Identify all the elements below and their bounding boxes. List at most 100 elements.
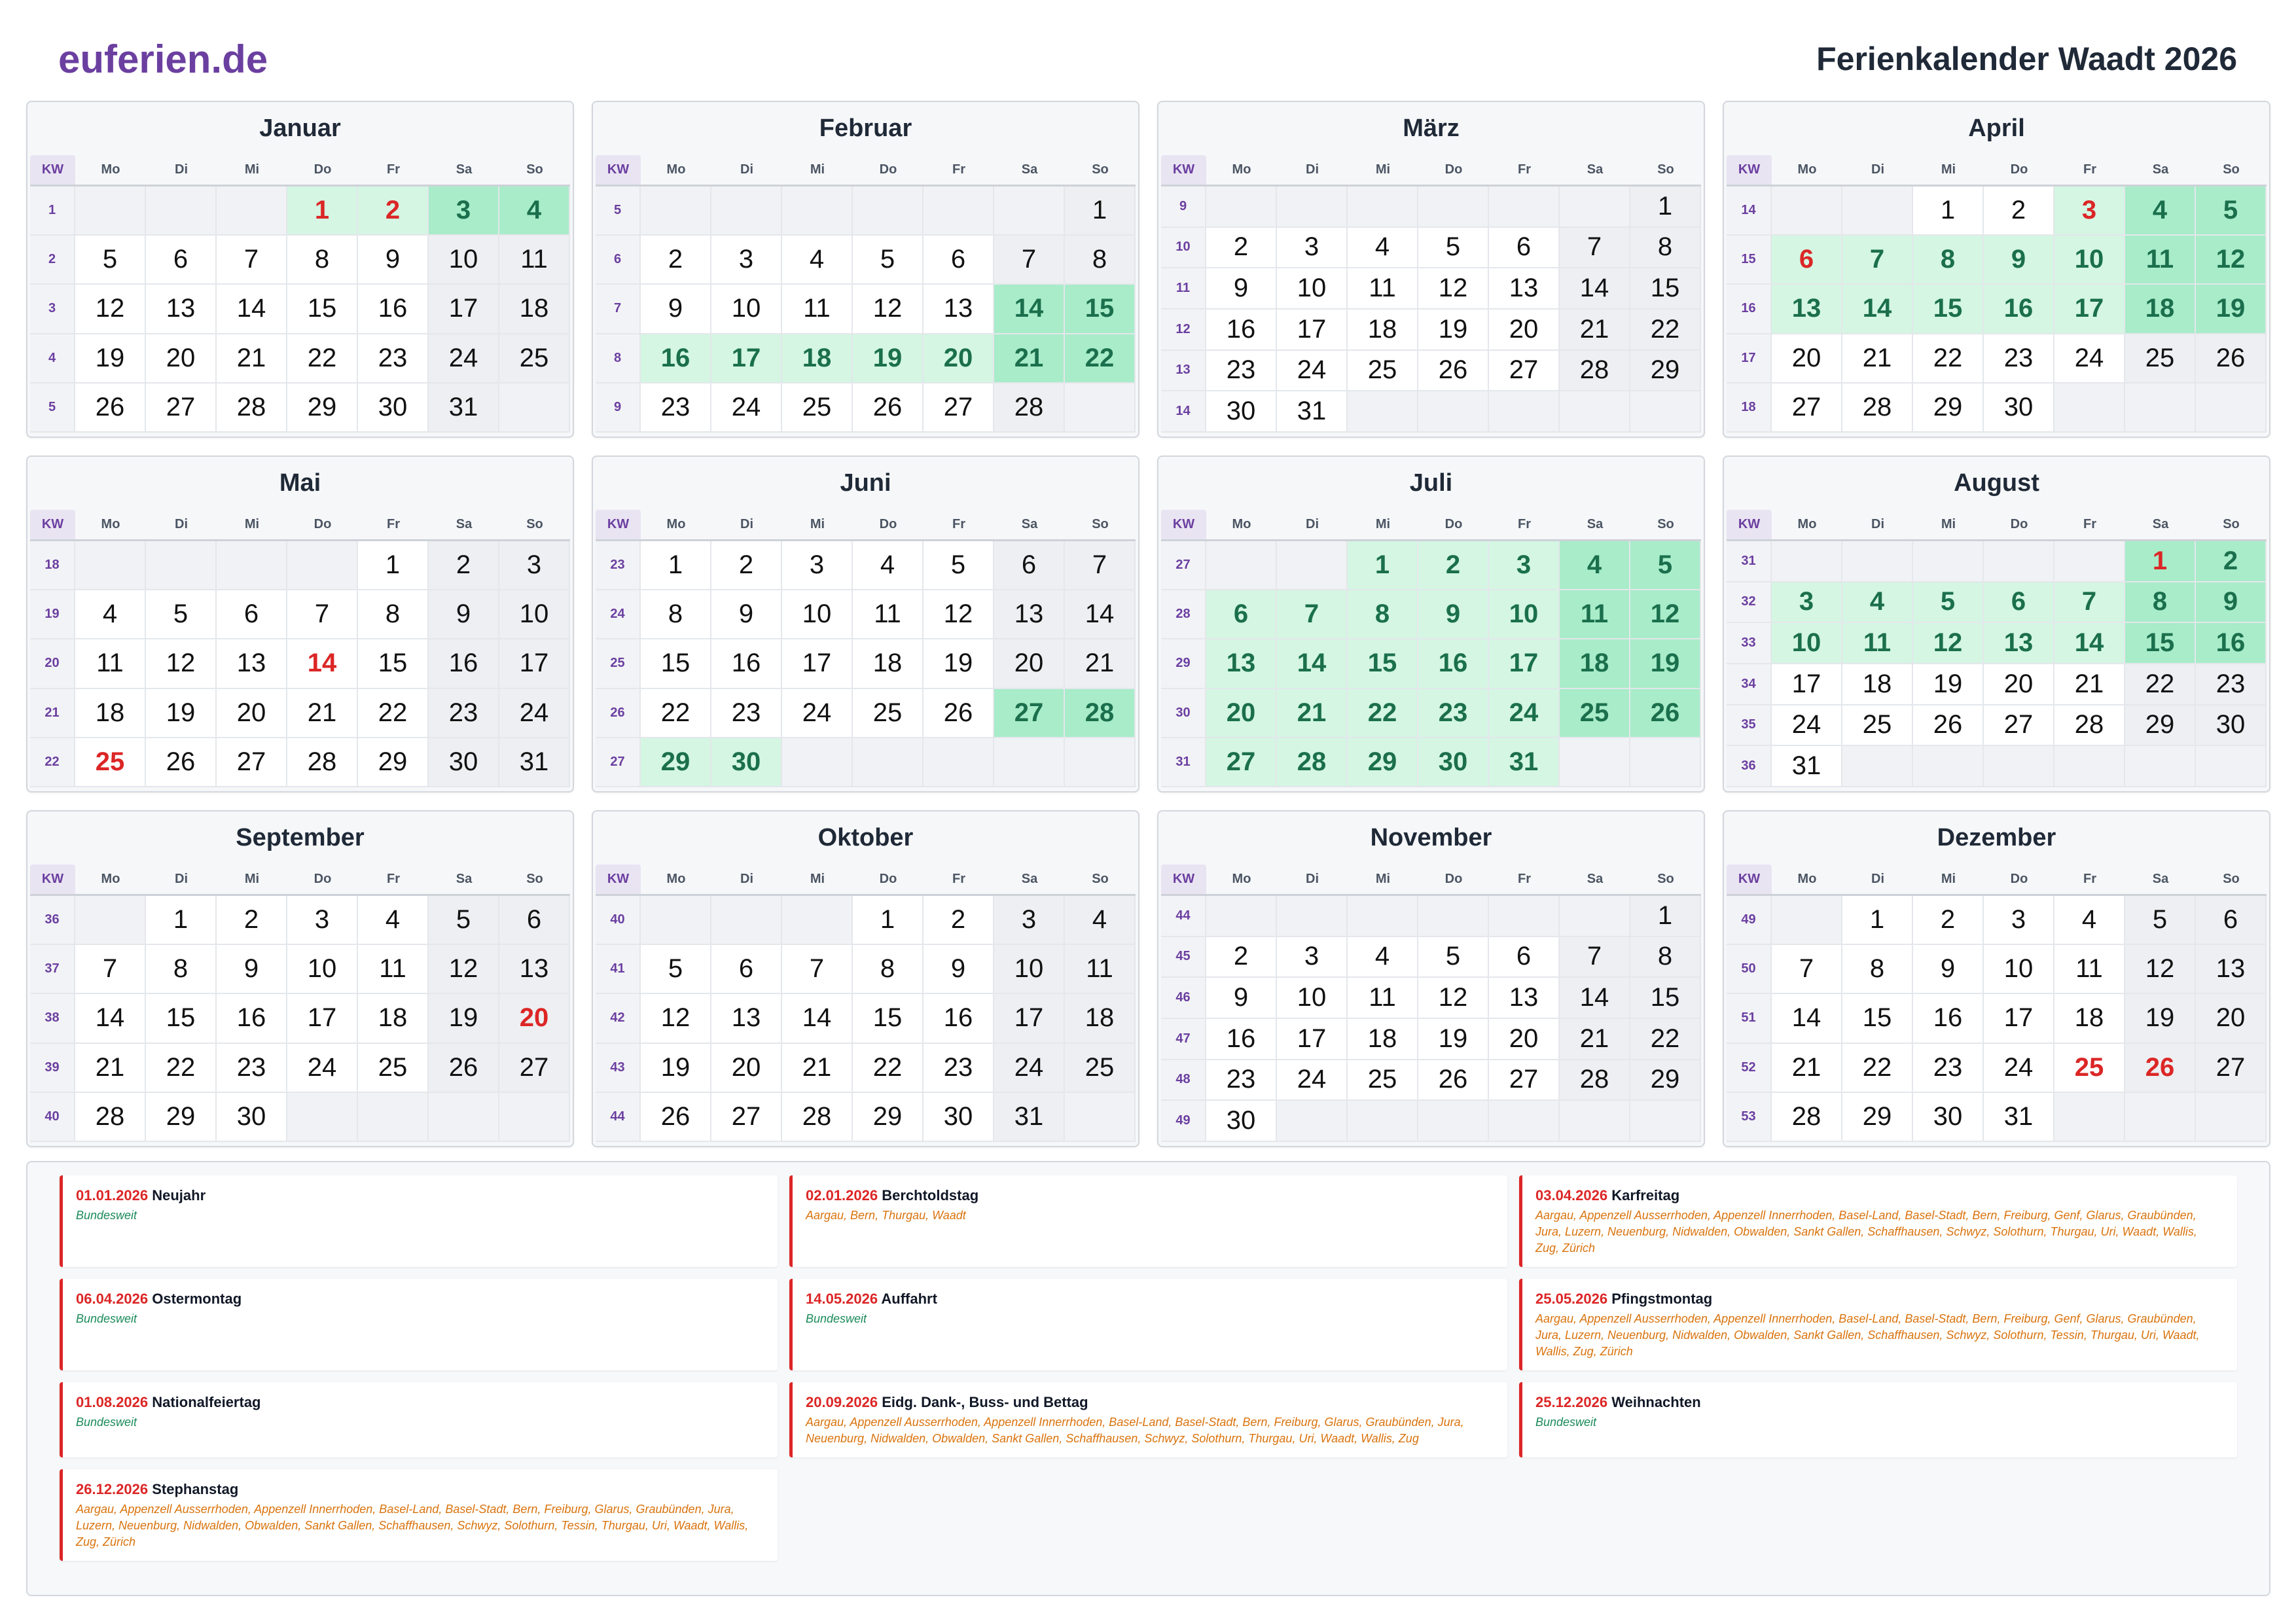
weekend-day-cell: 28	[994, 383, 1065, 433]
empty-day-cell	[75, 187, 146, 236]
empty-day-cell	[429, 1092, 499, 1142]
empty-day-cell	[994, 738, 1065, 787]
vacation-day-cell: 27	[1206, 738, 1277, 787]
empty-day-cell	[1418, 896, 1489, 937]
month-title: Februar	[819, 115, 912, 142]
empty-day-cell	[2125, 1092, 2196, 1142]
weekday-label: Sa	[1021, 517, 1038, 531]
weekend-day-cell: 16	[429, 639, 499, 689]
weekday-label: Di	[1871, 872, 1884, 886]
empty-day-cell	[782, 896, 853, 946]
weekday-label: Mo	[1232, 517, 1251, 531]
day-cell: 11	[853, 590, 924, 640]
vacation-day-cell: 12	[2196, 236, 2267, 285]
weekday-label: Mi	[244, 162, 260, 177]
holiday-day-cell: 25	[75, 738, 146, 787]
weekday-label: Sa	[2152, 162, 2169, 177]
day-cell: 8	[358, 590, 429, 640]
vacation-day-cell: 5	[1630, 541, 1701, 591]
vacation-day-cell: 18	[1560, 639, 1630, 689]
holiday-regions: Aargau, Bern, Thurgau, Waadt	[806, 1209, 966, 1222]
vacation-day-cell: 28	[1277, 738, 1348, 787]
empty-day-cell	[2054, 1092, 2125, 1142]
holiday-entry: 06.04.2026 Ostermontag Bundesweit	[60, 1279, 778, 1370]
day-cell: 9	[924, 945, 994, 995]
day-cell: 2	[217, 896, 287, 946]
day-cell: 30	[1913, 1092, 1984, 1142]
month-grid: 14 1 2 3 4 5 15 6 7 8 9 10 11 12 16 13 14 15 16 17 18 19 17 20 2…	[1727, 187, 2267, 433]
day-cell: 14	[1772, 994, 1842, 1044]
vacation-day-cell: 5	[2196, 187, 2267, 236]
kw-header: KW	[1727, 510, 1772, 539]
day-cell: 26	[146, 738, 217, 787]
week-number: 27	[596, 738, 641, 787]
empty-day-cell	[287, 541, 358, 591]
weekend-day-cell: 13	[2196, 945, 2267, 995]
weekday-label: Di	[740, 162, 753, 177]
day-cell: 24	[1984, 1043, 2054, 1093]
week-number: 28	[1161, 590, 1206, 640]
day-cell: 8	[853, 945, 924, 995]
day-cell: 23	[358, 334, 429, 383]
weekend-day-cell: 21	[1065, 639, 1136, 689]
day-cell: 27	[146, 383, 217, 433]
holiday-day-cell: 14	[287, 639, 358, 689]
day-cell: 5	[1418, 936, 1489, 978]
holiday-day-cell: 25	[2054, 1043, 2125, 1093]
month-title: November	[1370, 824, 1492, 851]
weekday-label: Mi	[1375, 517, 1391, 531]
weekday-label: Fr	[387, 162, 400, 177]
vacation-day-cell: 15	[1348, 639, 1418, 689]
weekend-day-cell: 23	[2196, 664, 2267, 705]
month-grid: 40 1 2 3 4 41 5 6 7 8 9 10 11 42 12 13 14 15 16 17 18 43 19 20 2…	[596, 896, 1136, 1142]
weekday-label: Di	[1871, 517, 1884, 531]
day-cell: 26	[1418, 1060, 1489, 1101]
page-title: Ferienkalender Waadt 2026	[1816, 41, 2237, 77]
month-card: Januar KW Mo Di Mi Do Fr Sa So 1 1 2 3 4 2 5 6 7 8 9 10 11 3 12…	[26, 101, 574, 438]
vacation-day-cell: 9	[2196, 582, 2267, 624]
weekend-day-cell: 25	[499, 334, 570, 383]
empty-day-cell	[1277, 896, 1348, 937]
day-cell: 30	[924, 1092, 994, 1142]
day-cell: 28	[217, 383, 287, 433]
day-cell: 19	[1913, 664, 1984, 705]
weekday-label: Do	[314, 872, 332, 886]
weekday-label: Mo	[1797, 517, 1817, 531]
day-cell: 5	[924, 541, 994, 591]
month-title: August	[1954, 469, 2039, 497]
weekday-label: So	[1657, 517, 1674, 531]
day-cell: 30	[1206, 1101, 1277, 1142]
day-cell: 14	[217, 285, 287, 334]
day-cell: 2	[1913, 896, 1984, 946]
day-cell: 7	[217, 236, 287, 285]
day-cell: 22	[641, 688, 711, 738]
week-number: 47	[1161, 1019, 1206, 1060]
day-cell: 27	[924, 383, 994, 433]
weekend-day-cell: 12	[2125, 945, 2196, 995]
weekday-label: Sa	[456, 162, 473, 177]
holiday-name: Pfingstmontag	[1611, 1291, 1713, 1307]
vacation-day-cell: 2	[1418, 541, 1489, 591]
week-number: 27	[1161, 541, 1206, 591]
weekend-day-cell: 22	[2125, 664, 2196, 705]
empty-day-cell	[1560, 187, 1630, 228]
day-cell: 9	[641, 285, 711, 334]
weekend-day-cell: 5	[2125, 896, 2196, 946]
day-cell: 19	[1418, 1019, 1489, 1060]
week-number: 6	[596, 236, 641, 285]
day-cell: 5	[1418, 227, 1489, 269]
holiday-regions: Aargau, Appenzell Ausserrhoden, Appenzel…	[76, 1503, 749, 1548]
week-number: 5	[596, 187, 641, 236]
empty-day-cell	[1206, 541, 1277, 591]
day-cell: 1	[1913, 187, 1984, 236]
day-cell: 12	[641, 994, 711, 1044]
day-cell: 25	[1348, 1060, 1418, 1101]
week-number: 40	[596, 896, 641, 946]
holiday-regions: Bundesweit	[1535, 1416, 1597, 1429]
day-cell: 8	[641, 590, 711, 640]
day-cell: 19	[924, 639, 994, 689]
vacation-day-cell: 10	[1489, 590, 1560, 640]
holiday-date: 25.05.2026	[1535, 1291, 1608, 1307]
vacation-day-cell: 3	[1489, 541, 1560, 591]
day-cell: 21	[75, 1043, 146, 1093]
